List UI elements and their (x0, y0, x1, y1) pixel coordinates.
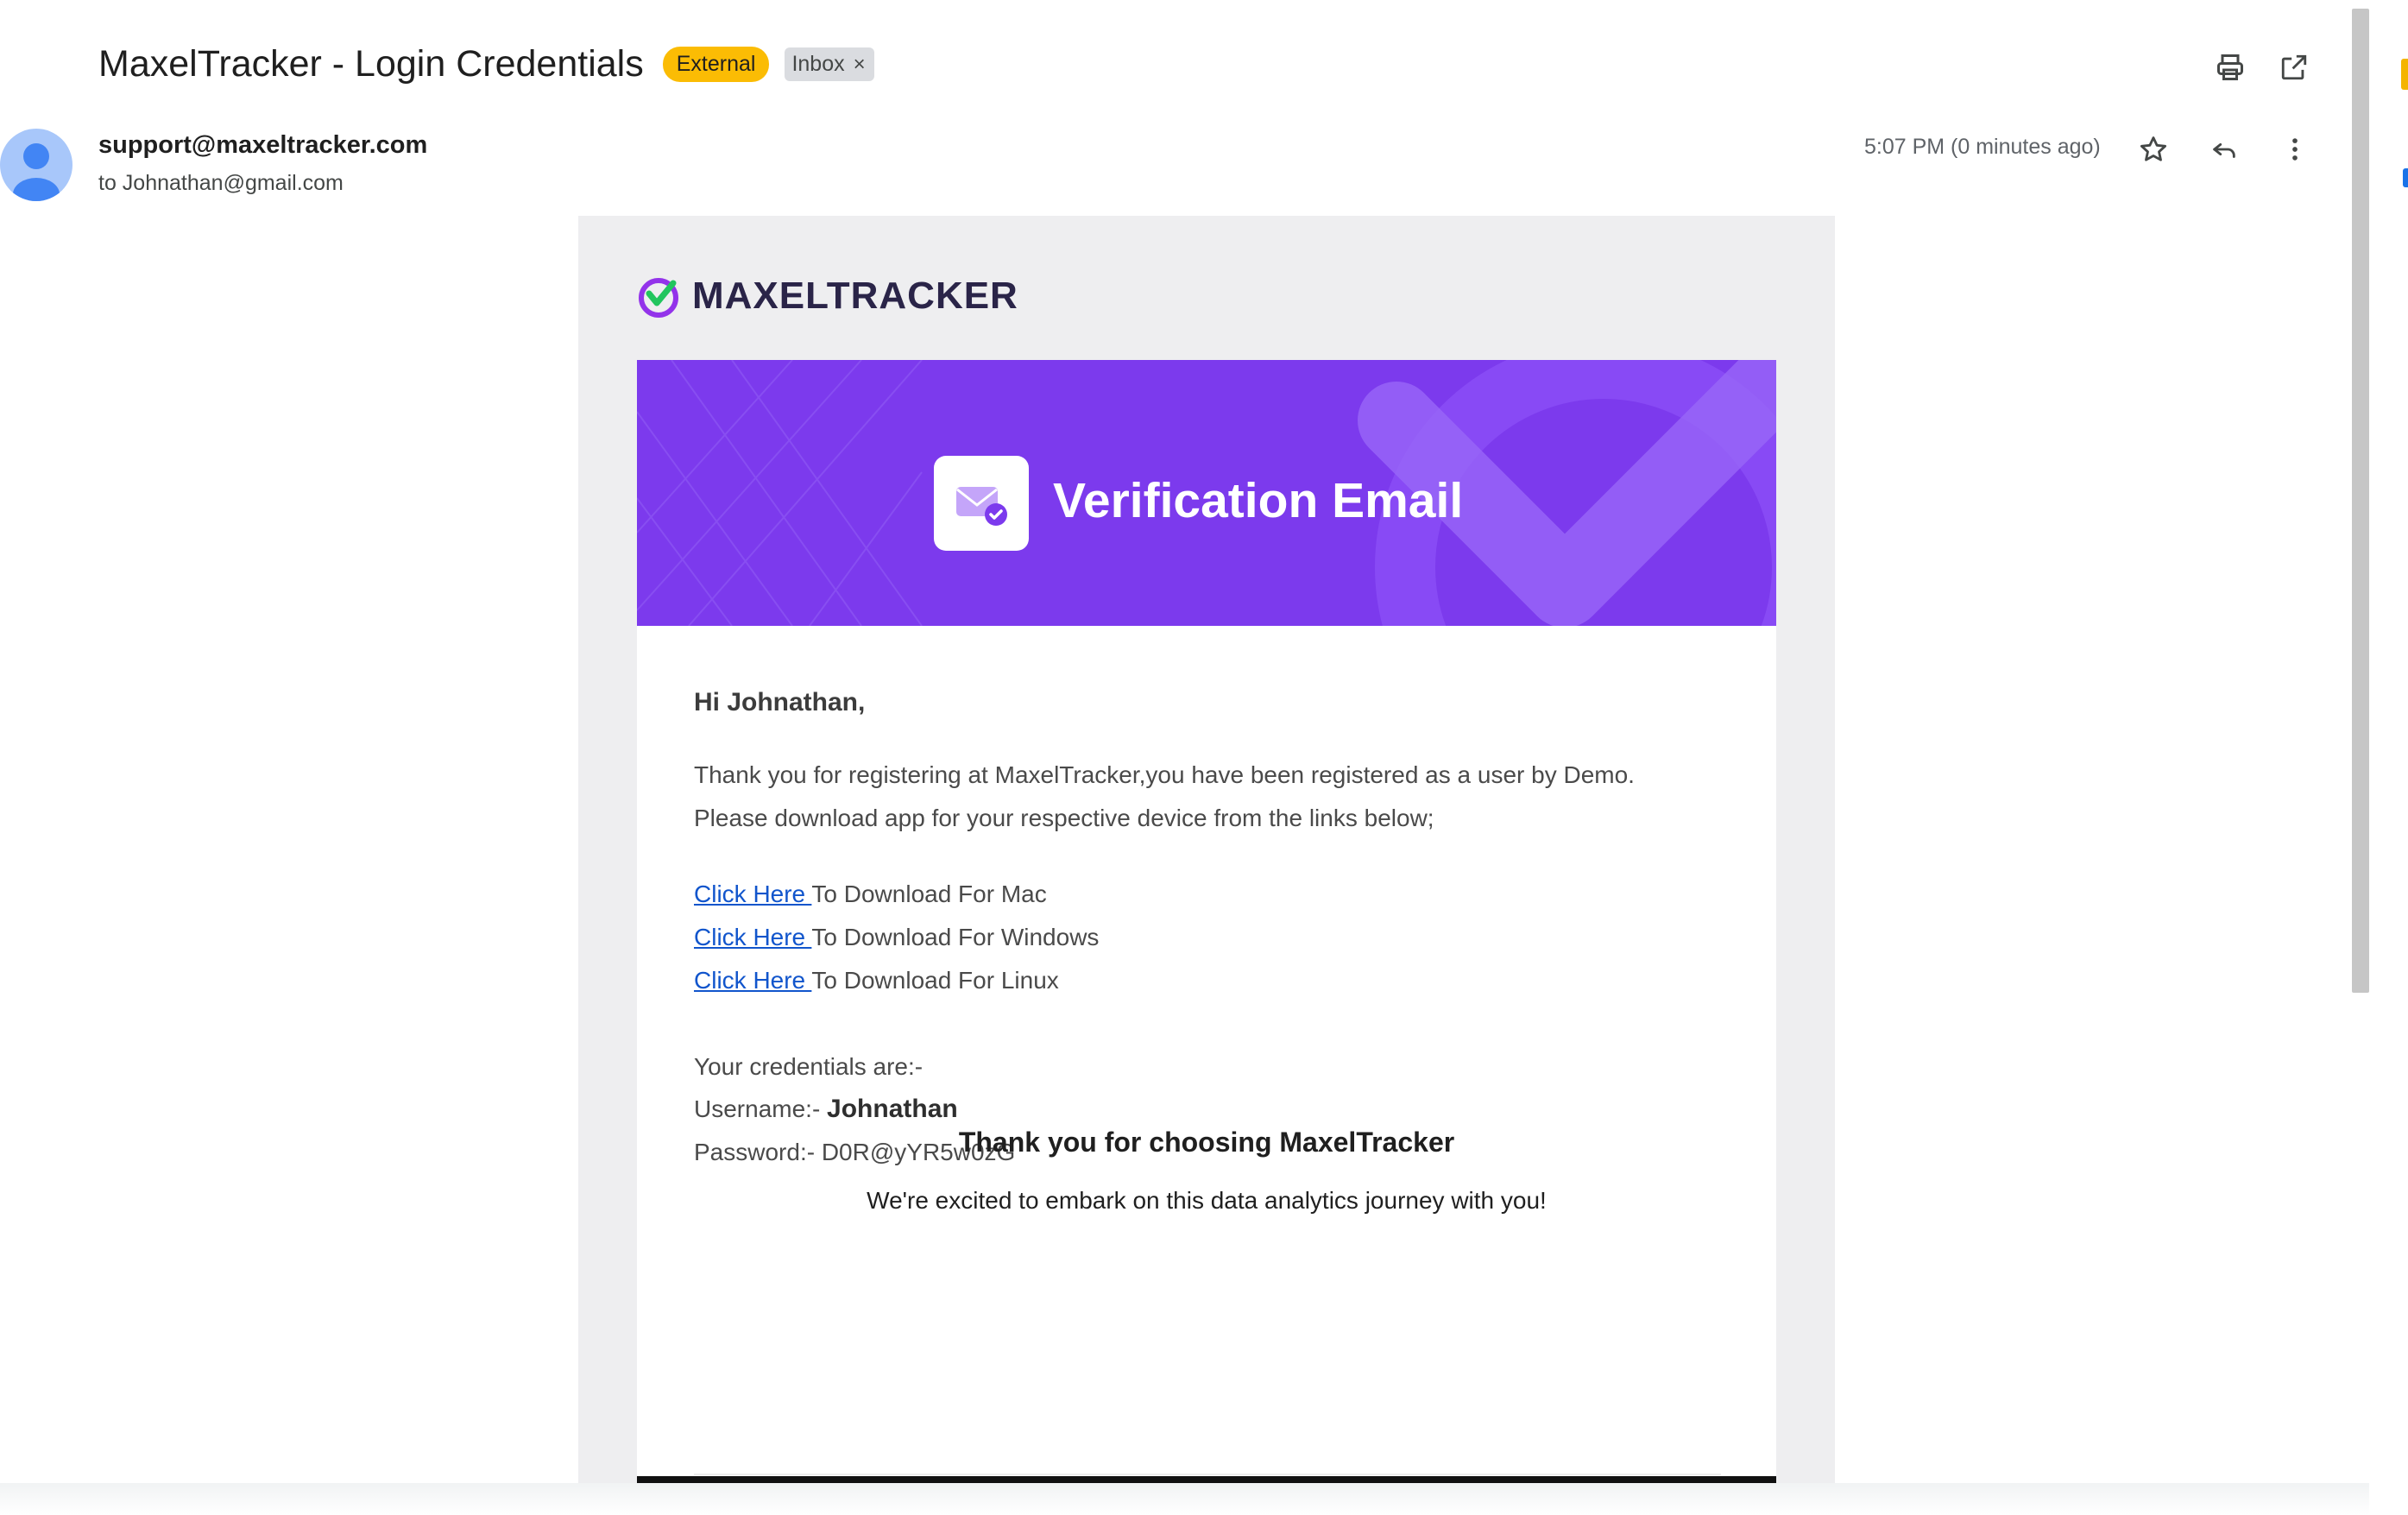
maxeltracker-logo-icon (639, 278, 678, 318)
download-linux-text: To Download For Linux (811, 967, 1059, 994)
reply-button[interactable] (2204, 129, 2244, 169)
thanks-title: Thank you for choosing MaxelTracker (958, 1127, 1455, 1158)
username-label: Username:- (694, 1095, 828, 1122)
credentials-intro: Your credentials are:- (694, 1053, 923, 1080)
viewer-bottom-edge (0, 1483, 2369, 1515)
verification-banner: Verification Email (637, 360, 1776, 626)
star-icon (2140, 136, 2167, 161)
brand-name: MAXELTRACKER (692, 275, 1018, 317)
banner-title: Verification Email (1053, 473, 1464, 528)
scrollbar-thumb[interactable] (2352, 9, 2369, 993)
brand-logo: MAXELTRACKER (635, 273, 1018, 319)
download-mac-line: Click Here To Download For Mac (694, 881, 1047, 908)
print-button[interactable] (2211, 48, 2249, 86)
section-divider (694, 1474, 1721, 1475)
intro-paragraph: Thank you for registering at MaxelTracke… (694, 754, 1730, 840)
sender-avatar[interactable] (0, 129, 72, 201)
email-subject: MaxelTracker - Login Credentials (98, 43, 644, 85)
envelope-tile (934, 456, 1029, 551)
download-windows-line: Click Here To Download For Windows (694, 924, 1099, 951)
email-body: MAXELTRACKER Verification Email Hi Johna… (578, 216, 1835, 1485)
username-value: Johnathan (827, 1095, 958, 1123)
subject-row: MaxelTracker - Login Credentials Externa… (98, 43, 874, 85)
timestamp: 5:07 PM (0 minutes ago) (1864, 135, 2101, 159)
envelope-check-icon (956, 487, 1007, 526)
greeting: Hi Johnathan, (694, 688, 866, 716)
more-options-button[interactable] (2275, 129, 2315, 169)
print-icon (2217, 54, 2243, 80)
sender-email[interactable]: support@maxeltracker.com (98, 131, 427, 160)
download-windows-link[interactable]: Click Here (694, 924, 811, 950)
thanks-subtitle: We're excited to embark on this data ana… (867, 1187, 1547, 1214)
remove-label-icon[interactable]: × (854, 53, 866, 77)
message-card: Hi Johnathan, Thank you for registering … (637, 626, 1776, 1485)
username-line: Username:- Johnathan (694, 1095, 958, 1124)
external-badge: External (662, 47, 770, 82)
download-linux-line: Click Here To Download For Linux (694, 967, 1059, 994)
more-vertical-icon (2292, 138, 2298, 161)
email-viewer: MaxelTracker - Login Credentials Externa… (0, 0, 2369, 1485)
intro-line-2: Please download app for your respective … (694, 805, 1434, 831)
side-panel-app-icon-2[interactable] (2403, 168, 2408, 187)
open-in-new-window-button[interactable] (2275, 48, 2313, 86)
inbox-label-text: Inbox (791, 52, 845, 76)
side-panel-edge (2391, 0, 2408, 1515)
download-mac-text: To Download For Mac (811, 881, 1047, 907)
download-windows-text: To Download For Windows (811, 924, 1100, 950)
person-icon (13, 143, 60, 201)
open-in-new-window-icon (2281, 54, 2307, 80)
star-button[interactable] (2134, 129, 2173, 169)
download-linux-link[interactable]: Click Here (694, 967, 811, 994)
reply-icon (2213, 142, 2235, 158)
side-panel-app-icon[interactable] (2401, 59, 2408, 90)
download-mac-link[interactable]: Click Here (694, 881, 811, 907)
inbox-label-chip[interactable]: Inbox × (785, 47, 874, 81)
intro-line-1: Thank you for registering at MaxelTracke… (694, 761, 1635, 788)
recipient-line[interactable]: to Johnathan@gmail.com (98, 171, 344, 196)
